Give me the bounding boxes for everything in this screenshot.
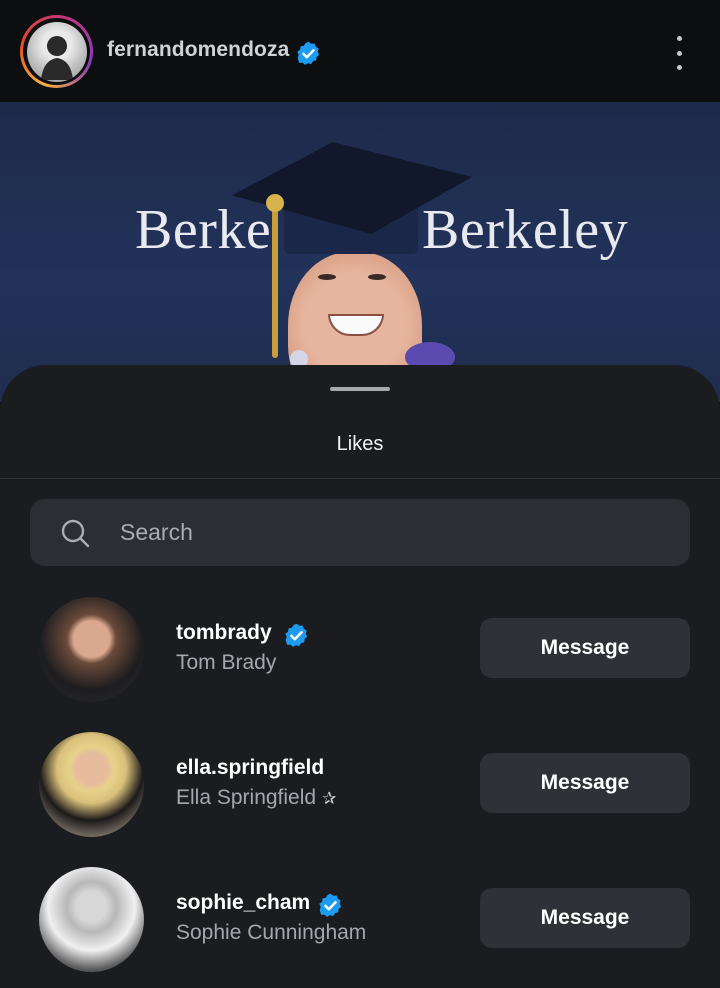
row-fullname: Ella Springfield	[176, 786, 317, 809]
row-username[interactable]: sophie_cham	[176, 891, 310, 915]
tassel	[272, 198, 278, 358]
search-box[interactable]	[30, 499, 690, 566]
list-item[interactable]: tombrady Tom Brady Message	[0, 597, 720, 717]
avatar[interactable]	[39, 867, 144, 972]
star-icon: ✰	[322, 789, 337, 808]
list-item[interactable]: sophie_cham Sophie Cunningham Message	[0, 867, 720, 987]
divider	[0, 478, 720, 479]
backdrop-text: Berke	[135, 199, 272, 261]
search-input[interactable]	[120, 499, 660, 566]
list-item[interactable]: ella.springfield Ella Springfield ✰ Messa…	[0, 732, 720, 852]
message-button[interactable]: Message	[480, 753, 690, 813]
post-username[interactable]: fernandomendoza	[107, 38, 289, 62]
sheet-title: Likes	[336, 433, 384, 455]
message-button[interactable]: Message	[480, 888, 690, 948]
likes-sheet: Likes tombrady Tom Brady Message ella.sp…	[0, 365, 720, 988]
avatar[interactable]	[39, 732, 144, 837]
profile-avatar[interactable]	[26, 21, 87, 82]
row-fullname: Tom Brady	[176, 651, 277, 674]
message-button[interactable]: Message	[480, 618, 690, 678]
row-username[interactable]: ella.springfield	[176, 756, 324, 780]
row-username[interactable]: tombrady	[176, 621, 272, 645]
more-options-icon[interactable]	[668, 36, 690, 70]
story-ring[interactable]	[20, 15, 93, 88]
row-fullname: Sophie Cunningham	[176, 921, 367, 944]
row-fullname-wrap: Ella Springfield ✰	[176, 786, 336, 810]
verified-badge-icon	[295, 40, 322, 72]
verified-badge-icon	[317, 892, 344, 924]
post-header: fernandomendoza	[0, 0, 720, 102]
avatar[interactable]	[39, 597, 144, 702]
search-icon	[60, 518, 90, 548]
drag-handle[interactable]	[330, 387, 390, 391]
backdrop-text: Berkeley	[422, 199, 629, 261]
verified-badge-icon	[283, 622, 310, 654]
post-image: Berke Berkeley	[0, 102, 720, 402]
